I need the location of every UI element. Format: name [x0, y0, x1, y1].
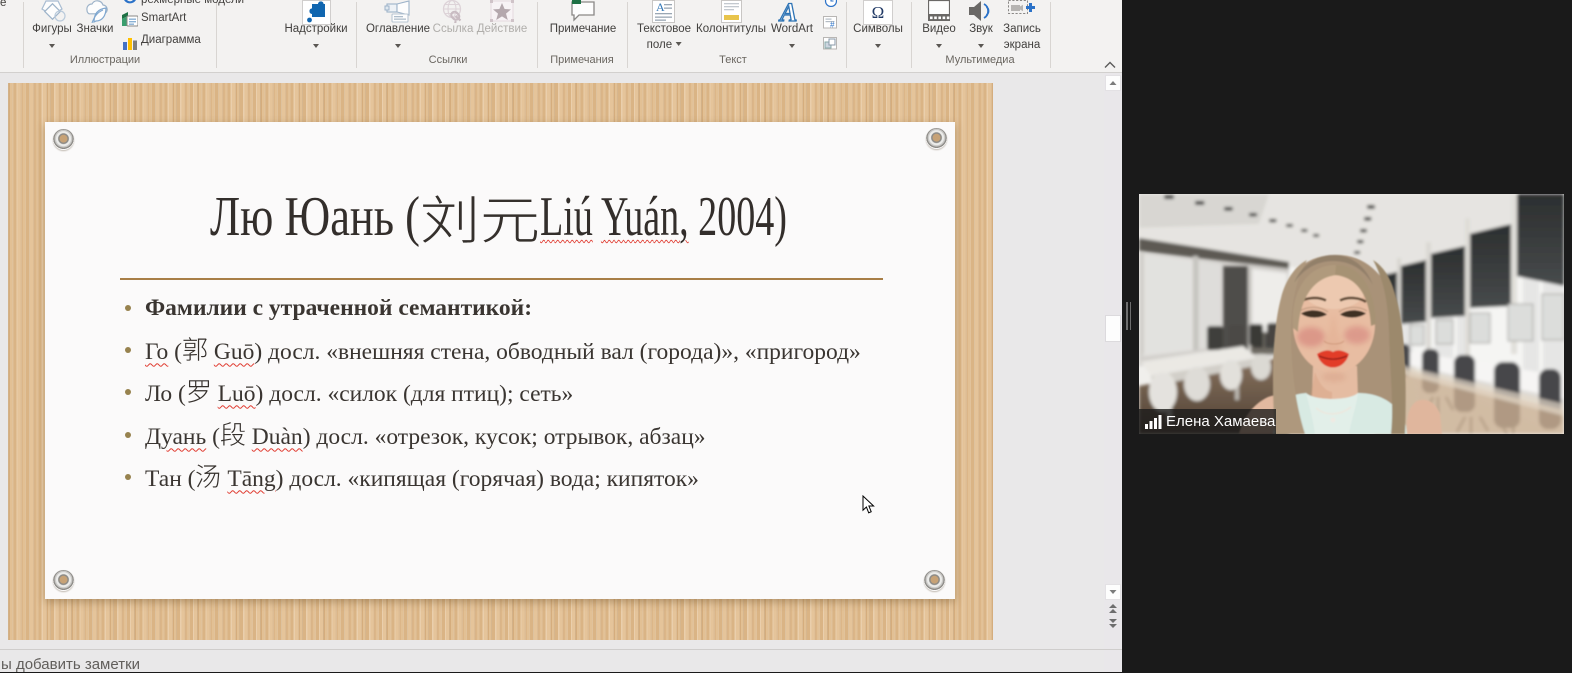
- svg-text:Ω: Ω: [872, 3, 885, 22]
- svg-text:#: #: [830, 21, 835, 30]
- svg-text:A: A: [778, 0, 797, 24]
- svg-text:A: A: [656, 0, 665, 14]
